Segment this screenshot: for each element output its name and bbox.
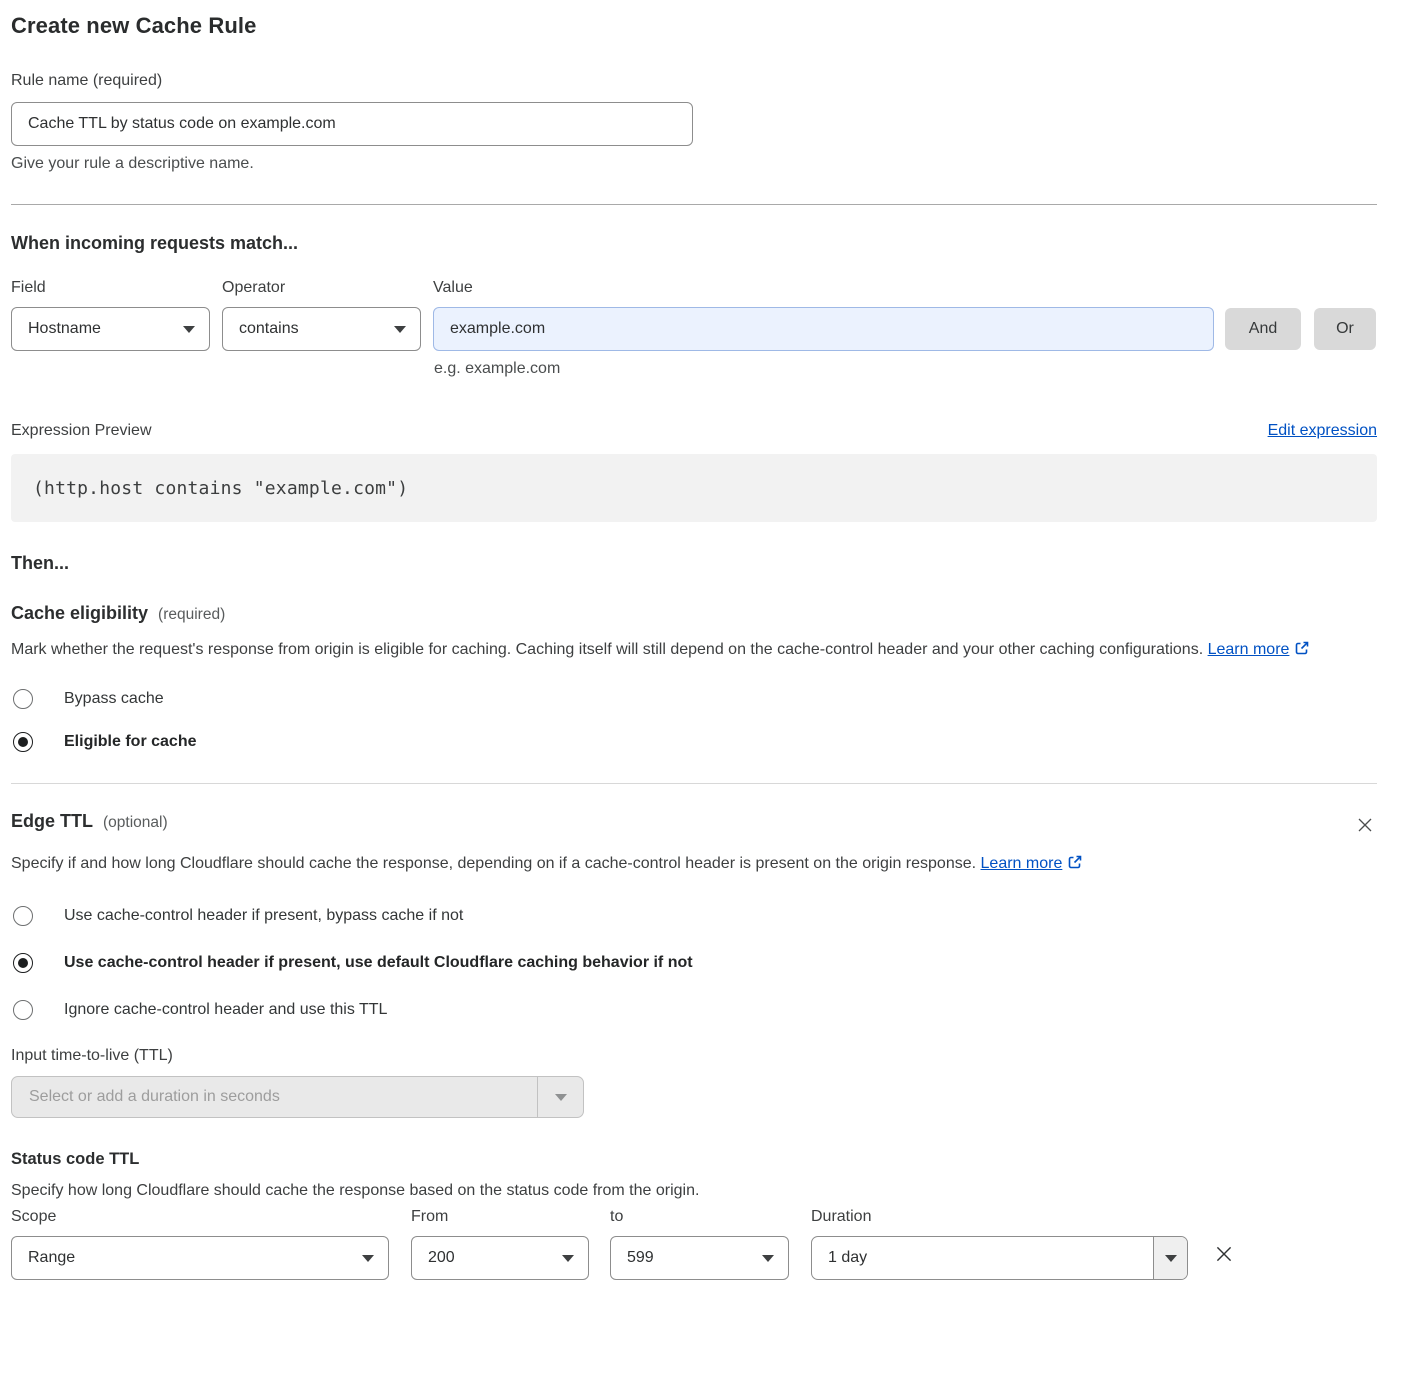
then-heading: Then... <box>11 553 1377 574</box>
cache-eligibility-description: Mark whether the request's response from… <box>11 636 1351 666</box>
rule-name-label: Rule name (required) <box>11 72 1377 90</box>
expression-code-block: (http.host contains "example.com") <box>11 454 1377 522</box>
chevron-down-icon <box>537 1077 583 1117</box>
edge-ttl-options: Use cache-control header if present, byp… <box>11 906 1377 1020</box>
edge-ttl-title: Edge TTL <box>11 811 93 832</box>
operator-label: Operator <box>222 279 433 297</box>
chevron-down-icon <box>562 1255 574 1262</box>
close-icon <box>1355 823 1375 838</box>
radio-selected-icon <box>13 953 33 973</box>
value-label: Value <box>433 279 473 297</box>
cache-eligibility-required-note: (required) <box>158 606 225 624</box>
operator-select[interactable]: contains <box>222 307 421 351</box>
scope-label: Scope <box>11 1208 389 1226</box>
scope-select[interactable]: Range <box>11 1236 389 1280</box>
radio-icon <box>13 689 33 709</box>
radio-ignore-header[interactable]: Ignore cache-control header and use this… <box>11 1000 1377 1020</box>
rule-name-input[interactable] <box>11 102 693 146</box>
duration-label: Duration <box>811 1208 1188 1226</box>
edge-ttl-close-button[interactable] <box>1353 813 1377 840</box>
cache-eligibility-header: Cache eligibility (required) <box>11 603 1377 624</box>
chevron-down-icon <box>394 326 406 333</box>
to-select[interactable]: 599 <box>610 1236 789 1280</box>
create-cache-rule-form: Create new Cache Rule Rule name (require… <box>11 0 1377 1304</box>
duration-value: 1 day <box>812 1237 1153 1279</box>
chevron-down-icon <box>762 1255 774 1262</box>
chevron-down-icon <box>362 1255 374 1262</box>
external-link-icon <box>1294 638 1310 666</box>
duration-combobox[interactable]: 1 day <box>811 1236 1188 1280</box>
learn-more-link[interactable]: Learn more <box>981 855 1063 872</box>
edit-expression-link[interactable]: Edit expression <box>1268 422 1377 440</box>
chevron-down-icon <box>183 326 195 333</box>
from-select-value: 200 <box>428 1249 455 1267</box>
section-divider <box>11 783 1377 784</box>
or-button[interactable]: Or <box>1314 308 1376 350</box>
page-title: Create new Cache Rule <box>11 13 1377 39</box>
external-link-icon <box>1067 852 1083 880</box>
cache-eligibility-options: Bypass cache Eligible for cache <box>11 689 1377 752</box>
edge-ttl-description: Specify if and how long Cloudflare shoul… <box>11 850 1351 880</box>
value-input[interactable] <box>433 307 1214 351</box>
field-label: Field <box>11 279 222 297</box>
field-select-value: Hostname <box>28 320 101 338</box>
learn-more-link[interactable]: Learn more <box>1208 641 1290 658</box>
radio-icon <box>13 1000 33 1020</box>
from-select[interactable]: 200 <box>411 1236 589 1280</box>
operator-select-value: contains <box>239 320 299 338</box>
radio-use-header-default[interactable]: Use cache-control header if present, use… <box>11 953 1377 973</box>
ttl-duration-select-disabled[interactable]: Select or add a duration in seconds <box>11 1076 584 1118</box>
field-select[interactable]: Hostname <box>11 307 210 351</box>
close-icon <box>1213 1253 1235 1268</box>
radio-bypass-cache[interactable]: Bypass cache <box>11 689 1377 709</box>
radio-use-header-bypass[interactable]: Use cache-control header if present, byp… <box>11 906 1377 926</box>
radio-selected-icon <box>13 732 33 752</box>
and-button[interactable]: And <box>1225 308 1301 350</box>
scope-select-value: Range <box>28 1249 75 1267</box>
edge-ttl-optional-note: (optional) <box>103 814 168 832</box>
match-column-labels: Field Operator Value <box>11 279 1377 297</box>
status-code-ttl-title: Status code TTL <box>11 1150 1377 1169</box>
status-code-ttl-row: Scope Range From 200 to 599 Duration 1 d… <box>11 1208 1377 1280</box>
edge-ttl-header: Edge TTL (optional) <box>11 811 1377 840</box>
radio-eligible-for-cache[interactable]: Eligible for cache <box>11 732 1377 752</box>
delete-status-row-button[interactable] <box>1211 1241 1237 1270</box>
value-help: e.g. example.com <box>434 360 1377 378</box>
match-controls-row: Hostname contains And Or <box>11 307 1377 351</box>
ttl-placeholder: Select or add a duration in seconds <box>12 1077 537 1117</box>
to-label: to <box>610 1208 789 1226</box>
to-select-value: 599 <box>627 1249 654 1267</box>
section-divider <box>11 204 1377 205</box>
rule-name-help: Give your rule a descriptive name. <box>11 155 1377 173</box>
radio-icon <box>13 906 33 926</box>
cache-eligibility-title: Cache eligibility <box>11 603 148 624</box>
ttl-input-label: Input time-to-live (TTL) <box>11 1047 1377 1065</box>
status-code-ttl-description: Specify how long Cloudflare should cache… <box>11 1182 1377 1200</box>
match-heading: When incoming requests match... <box>11 233 1377 254</box>
expression-preview-label: Expression Preview <box>11 422 152 440</box>
expression-header: Expression Preview Edit expression <box>11 422 1377 440</box>
from-label: From <box>411 1208 589 1226</box>
chevron-down-icon[interactable] <box>1153 1237 1187 1279</box>
